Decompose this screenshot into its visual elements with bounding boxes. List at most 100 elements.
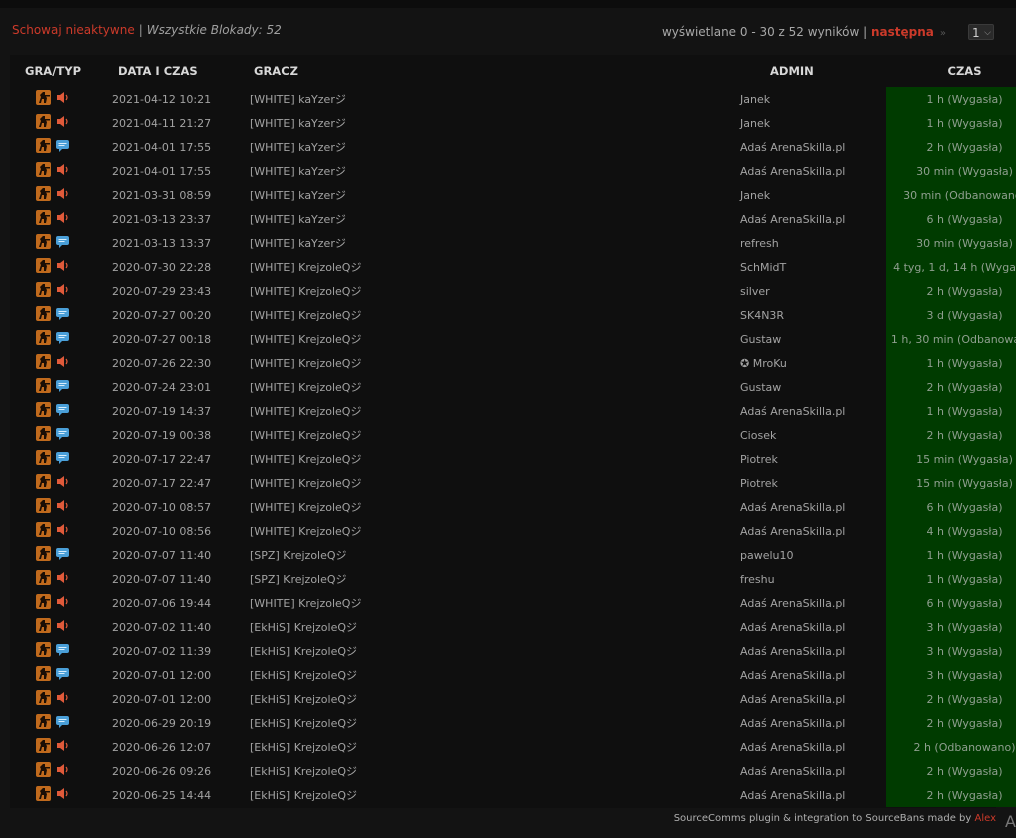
row-time: 30 min (Wygasła) — [886, 159, 1016, 183]
table-row[interactable]: 2020-07-06 19:44 [WHITE] KrejzoleQジ Adaś A… — [10, 591, 1016, 615]
header-player[interactable]: GRACZ — [244, 55, 724, 87]
row-type-cell — [10, 543, 96, 567]
table-row[interactable]: 2020-07-01 12:00 [EkHiS] KrejzoleQジ Adaś A… — [10, 687, 1016, 711]
table-row[interactable]: 2020-06-25 14:44 [EkHiS] KrejzoleQジ Adaś A… — [10, 783, 1016, 807]
footer-author-link[interactable]: Alex — [974, 813, 996, 824]
row-type-cell — [10, 639, 96, 663]
chat-gag-icon — [55, 642, 70, 657]
table-row[interactable]: 2020-07-27 00:18 [WHITE] KrejzoleQジ Gustaw… — [10, 327, 1016, 351]
chevron-down-icon: ⌵ — [984, 28, 991, 38]
row-date: 2020-07-27 00:20 — [112, 308, 212, 322]
table-row[interactable]: 2020-06-26 12:07 [EkHiS] KrejzoleQジ Adaś A… — [10, 735, 1016, 759]
table-row[interactable]: 2020-07-02 11:39 [EkHiS] KrejzoleQジ Adaś A… — [10, 639, 1016, 663]
game-icon — [36, 522, 51, 537]
row-date: 2021-03-13 23:37 — [112, 212, 212, 226]
row-player: [WHITE] kaYzerジ — [250, 165, 346, 178]
table-row[interactable]: 2020-07-30 22:28 [WHITE] KrejzoleQジ SchMid… — [10, 255, 1016, 279]
row-type-cell — [10, 687, 96, 711]
header-admin[interactable]: ADMIN — [724, 55, 886, 87]
table-row[interactable]: 2021-04-01 17:55 [WHITE] kaYzerジ Adaś Aren… — [10, 135, 1016, 159]
game-icon — [36, 642, 51, 657]
table-row[interactable]: 2020-07-17 22:47 [WHITE] KrejzoleQジ Piotre… — [10, 471, 1016, 495]
row-player: [EkHiS] KrejzoleQジ — [250, 669, 358, 682]
chat-gag-icon — [55, 138, 70, 153]
game-icon — [36, 354, 51, 369]
table-row[interactable]: 2020-06-29 20:19 [EkHiS] KrejzoleQジ Adaś A… — [10, 711, 1016, 735]
row-admin: Piotrek — [740, 476, 778, 490]
speaker-mute-icon — [55, 474, 70, 489]
next-arrow-icon[interactable]: » — [940, 28, 946, 39]
pagination-info: wyświetlane 0 - 30 z 52 wyników | następ… — [662, 25, 946, 39]
row-admin: Adaś ArenaSkilla.pl — [740, 668, 846, 682]
row-date: 2021-04-01 17:55 — [112, 140, 212, 154]
table-row[interactable]: 2020-07-07 11:40 [SPZ] KrejzoleQジ pawelu10… — [10, 543, 1016, 567]
row-time: 2 h (Wygasła) — [886, 711, 1016, 735]
game-icon — [36, 282, 51, 297]
row-date: 2020-06-26 12:07 — [112, 740, 212, 754]
game-icon — [36, 306, 51, 321]
table-row[interactable]: 2020-06-26 09:26 [EkHiS] KrejzoleQジ Adaś A… — [10, 759, 1016, 783]
table-row[interactable]: 2020-07-19 00:38 [WHITE] KrejzoleQジ Ciosek… — [10, 423, 1016, 447]
game-icon — [36, 450, 51, 465]
table-row[interactable]: 2020-07-29 23:43 [WHITE] KrejzoleQジ silver… — [10, 279, 1016, 303]
table-row[interactable]: 2020-07-26 22:30 [WHITE] KrejzoleQジ ✪ MroK… — [10, 351, 1016, 375]
row-time: 3 h (Wygasła) — [886, 615, 1016, 639]
row-admin: silver — [740, 284, 770, 298]
table-row[interactable]: 2020-07-10 08:57 [WHITE] KrejzoleQジ Adaś A… — [10, 495, 1016, 519]
table-row[interactable]: 2020-07-17 22:47 [WHITE] KrejzoleQジ Piotre… — [10, 447, 1016, 471]
table-row[interactable]: 2021-04-11 21:27 [WHITE] kaYzerジ Janek 1 h … — [10, 111, 1016, 135]
speaker-mute-icon — [55, 186, 70, 201]
row-type-cell — [10, 375, 96, 399]
page-select[interactable]: 1 ⌵ — [968, 24, 994, 40]
row-type-cell — [10, 519, 96, 543]
row-player: [WHITE] kaYzerジ — [250, 213, 346, 226]
header-time[interactable]: CZAS — [886, 55, 1016, 87]
table-row[interactable]: 2021-04-01 17:55 [WHITE] kaYzerジ Adaś Aren… — [10, 159, 1016, 183]
row-date: 2021-04-11 21:27 — [112, 116, 212, 130]
next-page-link[interactable]: następna — [871, 25, 934, 39]
table-row[interactable]: 2020-07-19 14:37 [WHITE] KrejzoleQジ Adaś A… — [10, 399, 1016, 423]
row-player: [WHITE] KrejzoleQジ — [250, 597, 362, 610]
row-player: [WHITE] KrejzoleQジ — [250, 381, 362, 394]
row-date: 2020-07-26 22:30 — [112, 356, 212, 370]
game-icon — [36, 618, 51, 633]
row-admin: Adaś ArenaSkilla.pl — [740, 740, 846, 754]
footer-text: SourceComms plugin & integration to Sour… — [673, 813, 972, 824]
hide-inactive-link[interactable]: Schowaj nieaktywne — [12, 23, 135, 37]
chat-gag-icon — [55, 234, 70, 249]
table-row[interactable]: 2020-07-07 11:40 [SPZ] KrejzoleQジ freshu 1 … — [10, 567, 1016, 591]
row-admin: Adaś ArenaSkilla.pl — [740, 404, 846, 418]
row-admin: Adaś ArenaSkilla.pl — [740, 596, 846, 610]
game-icon — [36, 498, 51, 513]
table-row[interactable]: 2020-07-01 12:00 [EkHiS] KrejzoleQジ Adaś A… — [10, 663, 1016, 687]
speaker-mute-icon — [55, 522, 70, 537]
row-type-cell — [10, 447, 96, 471]
table-row[interactable]: 2020-07-10 08:56 [WHITE] KrejzoleQジ Adaś A… — [10, 519, 1016, 543]
row-type-cell — [10, 471, 96, 495]
row-type-cell — [10, 111, 96, 135]
row-time: 2 h (Wygasła) — [886, 375, 1016, 399]
speaker-mute-icon — [55, 618, 70, 633]
row-admin: Gustaw — [740, 380, 782, 394]
row-type-cell — [10, 663, 96, 687]
row-date: 2020-07-02 11:40 — [112, 620, 212, 634]
table-row[interactable]: 2021-03-13 23:37 [WHITE] kaYzerジ Adaś Aren… — [10, 207, 1016, 231]
table-row[interactable]: 2021-03-31 08:59 [WHITE] kaYzerジ Janek 30 m… — [10, 183, 1016, 207]
row-type-cell — [10, 399, 96, 423]
table-row[interactable]: 2020-07-27 00:20 [WHITE] KrejzoleQジ SK4N3R… — [10, 303, 1016, 327]
chat-gag-icon — [55, 450, 70, 465]
table-row[interactable]: 2020-07-02 11:40 [EkHiS] KrejzoleQジ Adaś A… — [10, 615, 1016, 639]
table-row[interactable]: 2021-03-13 13:37 [WHITE] kaYzerジ refresh 30… — [10, 231, 1016, 255]
header-type[interactable]: GRA/TYP — [10, 55, 96, 87]
row-type-cell — [10, 423, 96, 447]
footer-credit: SourceComms plugin & integration to Sour… — [674, 813, 996, 824]
row-date: 2020-06-29 20:19 — [112, 716, 212, 730]
row-date: 2020-07-10 08:56 — [112, 524, 212, 538]
row-type-cell — [10, 495, 96, 519]
table-row[interactable]: 2020-07-24 23:01 [WHITE] KrejzoleQジ Gustaw… — [10, 375, 1016, 399]
header-date[interactable]: DATA I CZAS — [96, 55, 244, 87]
chat-gag-icon — [55, 546, 70, 561]
table-row[interactable]: 2021-04-12 10:21 [WHITE] kaYzerジ Janek 1 h … — [10, 87, 1016, 111]
speaker-mute-icon — [55, 738, 70, 753]
row-date: 2020-07-07 11:40 — [112, 548, 212, 562]
